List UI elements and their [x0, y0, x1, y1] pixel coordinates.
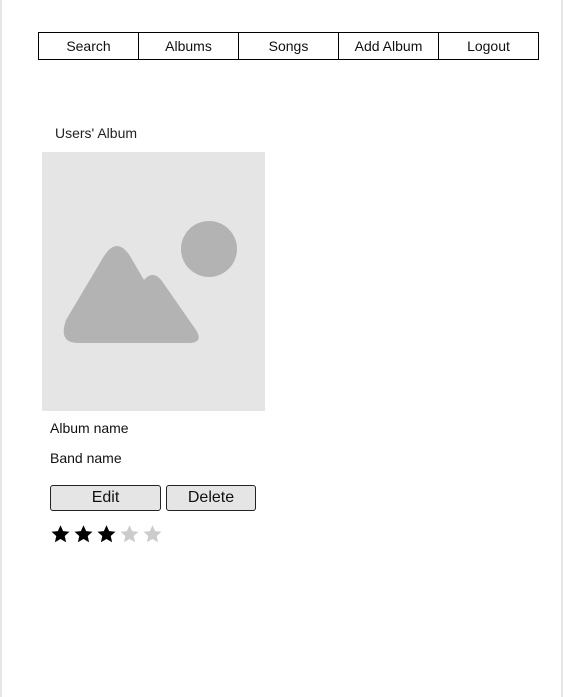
- band-name: Band name: [50, 450, 122, 466]
- star-icon[interactable]: [141, 523, 164, 545]
- nav-add-album[interactable]: Add Album: [338, 33, 438, 59]
- section-title: Users' Album: [55, 125, 138, 141]
- star-rating[interactable]: [49, 523, 164, 545]
- star-icon[interactable]: [95, 523, 118, 545]
- nav-songs[interactable]: Songs: [238, 33, 338, 59]
- image-placeholder-icon: [63, 221, 237, 343]
- edit-button[interactable]: Edit: [50, 485, 161, 511]
- star-icon[interactable]: [118, 523, 141, 545]
- star-icon[interactable]: [49, 523, 72, 545]
- nav-search[interactable]: Search: [39, 33, 138, 59]
- nav-albums[interactable]: Albums: [138, 33, 238, 59]
- star-icon[interactable]: [72, 523, 95, 545]
- album-name: Album name: [50, 420, 129, 436]
- nav-logout[interactable]: Logout: [438, 33, 538, 59]
- top-navigation: Search Albums Songs Add Album Logout: [38, 32, 539, 60]
- album-cover: [42, 152, 265, 411]
- delete-button[interactable]: Delete: [166, 485, 256, 511]
